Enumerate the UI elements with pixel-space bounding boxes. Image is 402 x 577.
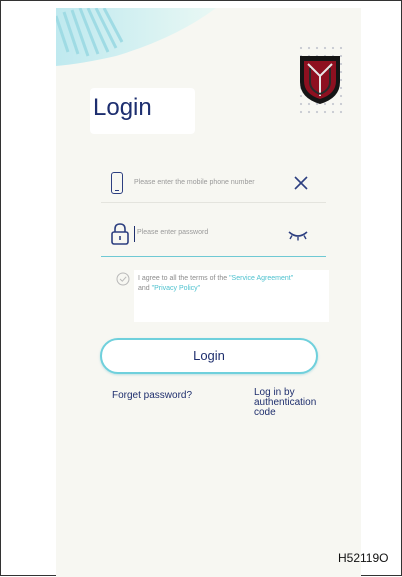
decorative-wave-graphic xyxy=(56,8,216,66)
privacy-policy-link[interactable]: "Privacy Policy" xyxy=(152,285,201,292)
clear-icon[interactable] xyxy=(292,174,310,192)
figure-frame: Login Please enter the mobile phone numb… xyxy=(0,0,402,577)
eye-closed-icon[interactable] xyxy=(287,228,309,242)
forget-password-link[interactable]: Forget password? xyxy=(112,390,192,401)
login-button[interactable]: Login xyxy=(100,338,318,374)
agreement-text: I agree to all the terms of the "Service… xyxy=(138,274,336,294)
figure-id: H52119O xyxy=(338,551,389,565)
phone-field[interactable]: Please enter the mobile phone number xyxy=(101,168,326,203)
agreement-and: and xyxy=(138,285,152,292)
page-title: Login xyxy=(93,94,152,121)
auth-code-login-link[interactable]: Log in by authentication code xyxy=(254,388,324,418)
check-circle-icon[interactable] xyxy=(116,272,130,286)
password-field[interactable]: Please enter password xyxy=(101,218,326,257)
login-screen: Login Please enter the mobile phone numb… xyxy=(56,8,361,577)
lock-icon xyxy=(111,223,129,245)
service-agreement-link[interactable]: "Service Agreement" xyxy=(229,275,293,282)
phone-input[interactable]: Please enter the mobile phone number xyxy=(134,179,255,186)
password-input[interactable]: Please enter password xyxy=(137,229,208,236)
brand-logo xyxy=(300,56,340,104)
agreement-prefix: I agree to all the terms of the xyxy=(138,275,230,282)
phone-icon xyxy=(111,172,123,194)
text-cursor xyxy=(134,226,135,242)
